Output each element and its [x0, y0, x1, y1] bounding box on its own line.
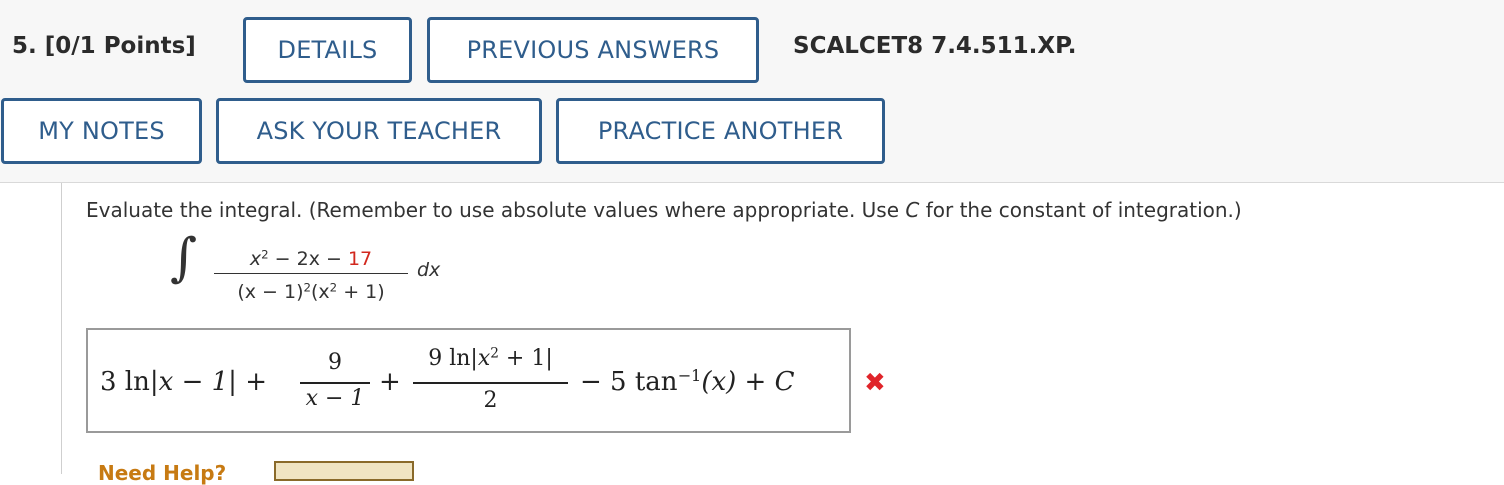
answer-input[interactable]: 3 ln|x − 1| + 9 x − 1 + 9 ln|x2 + 1| 2 −… — [86, 328, 851, 433]
practice-another-button[interactable]: PRACTICE ANOTHER — [556, 98, 885, 164]
tan-term: − 5 tan — [580, 367, 678, 397]
fraction2-bar — [413, 382, 568, 384]
read-it-button[interactable] — [274, 461, 414, 481]
integral-sign: ∫ — [170, 228, 198, 288]
numerator-x: x — [249, 248, 262, 270]
fraction1-numerator: 9 — [328, 350, 342, 375]
question-header: 5. [0/1 Points] DETAILS PREVIOUS ANSWERS… — [0, 0, 1504, 183]
question-points: [0/1 Points] — [44, 33, 196, 59]
denominator-exponent-1: 2 — [303, 280, 312, 295]
question-title: 5. [0/1 Points] — [12, 33, 196, 59]
numerator-exponent: 2 — [261, 247, 269, 262]
integral-denominator: (x − 1)2(x2 + 1) — [214, 281, 408, 303]
fraction2-num-prefix: 9 ln — [428, 346, 471, 371]
fraction2-numerator: 9 ln|x2 + 1| — [428, 345, 553, 371]
answer-plus-2: + — [379, 367, 401, 397]
integral-numerator: x2 − 2x − 17 — [214, 248, 408, 270]
my-notes-button[interactable]: MY NOTES — [1, 98, 202, 164]
tan-argument: (x) + C — [701, 367, 795, 397]
numerator-middle: − 2x − — [268, 248, 348, 270]
content-divider — [61, 183, 62, 474]
fraction1-denominator: x − 1 — [305, 386, 365, 411]
fraction2-num-suffix: + 1 — [498, 346, 546, 371]
integral-fraction-bar — [214, 273, 408, 274]
prompt-text-after: for the constant of integration.) — [919, 198, 1242, 222]
prompt-variable: C — [905, 198, 920, 222]
prompt-text-before: Evaluate the integral. (Remember to use … — [86, 198, 906, 222]
denominator-part-c: + 1) — [337, 281, 385, 303]
previous-answers-button[interactable]: PREVIOUS ANSWERS — [427, 17, 759, 83]
tan-exponent: −1 — [677, 366, 702, 386]
fraction2-denominator: 2 — [483, 388, 498, 413]
denominator-part-a: (x − 1) — [237, 281, 304, 303]
numerator-constant: 17 — [347, 248, 373, 270]
question-code: SCALCET8 7.4.511.XP. — [793, 33, 1077, 59]
details-button[interactable]: DETAILS — [243, 17, 412, 83]
fraction2-num-exponent: 2 — [490, 345, 499, 362]
answer-tail: − 5 tan−1(x) + C — [580, 367, 794, 397]
question-number: 5. — [12, 33, 37, 59]
need-help-label: Need Help? — [98, 461, 227, 485]
ask-your-teacher-button[interactable]: ASK YOUR TEACHER — [216, 98, 542, 164]
question-prompt: Evaluate the integral. (Remember to use … — [86, 198, 1242, 222]
fraction2-num-arg: x — [477, 346, 491, 371]
answer-term1: 3 ln|x − 1| + — [100, 367, 267, 397]
integral-differential: dx — [417, 259, 441, 281]
cross-icon: ✖ — [864, 368, 886, 398]
term1-coefficient: 3 ln — [100, 367, 150, 397]
denominator-part-b: (x — [311, 281, 330, 303]
answer-plus-1: + — [245, 367, 267, 397]
fraction1-bar — [300, 382, 370, 384]
term1-argument: x − 1 — [158, 367, 229, 397]
